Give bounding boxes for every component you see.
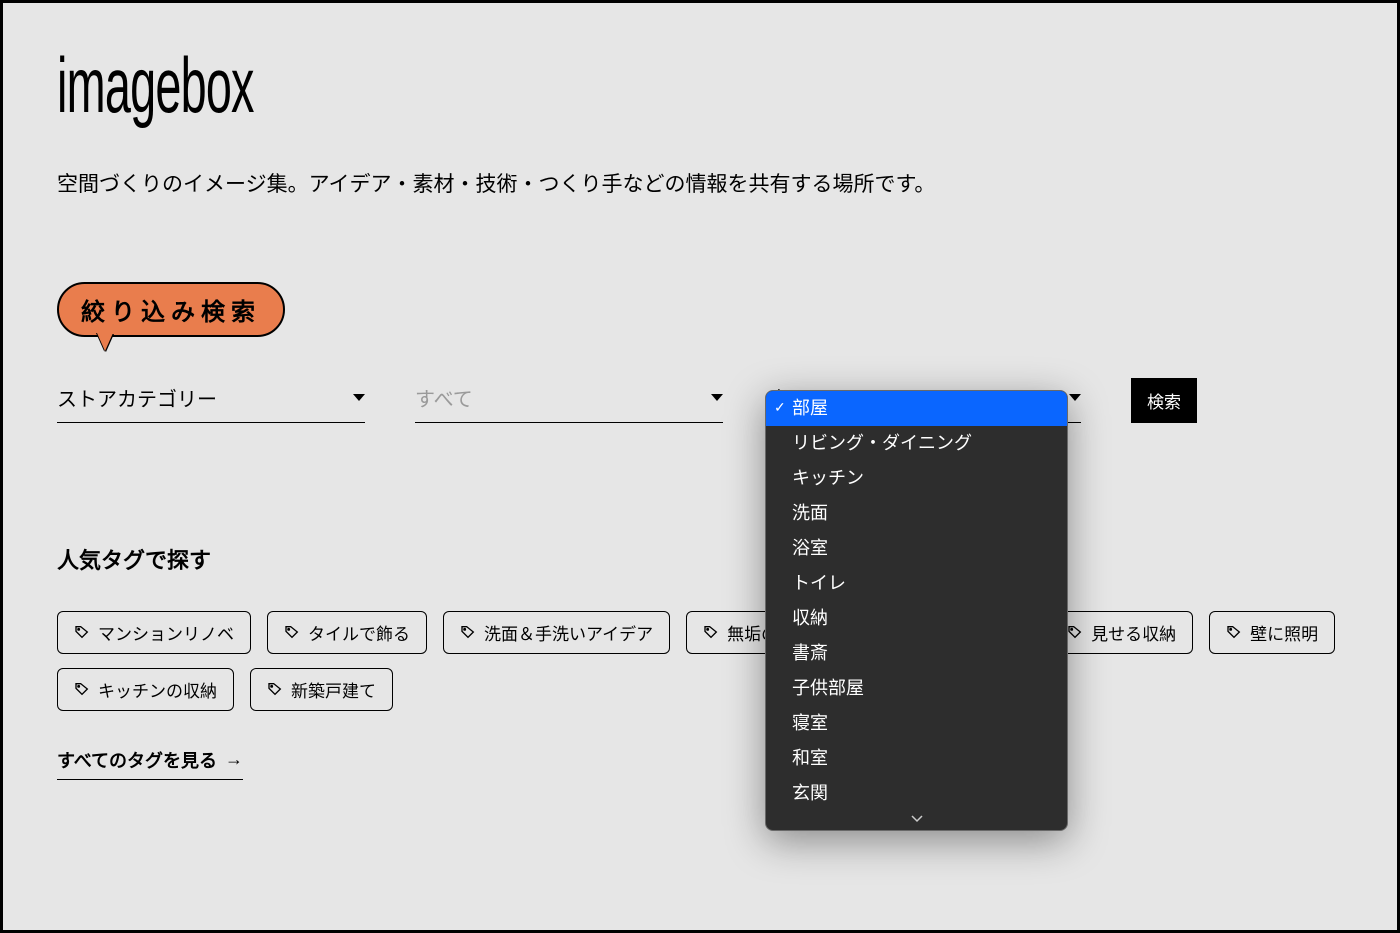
popular-tags-heading: 人気タグで探す [57, 543, 1343, 575]
tag-icon [1067, 624, 1083, 640]
dropdown-option-label: キッチン [792, 468, 864, 488]
popular-tags-list: マンションリノベタイルで飾る洗面＆手洗いアイデア無垢の床見せる収納壁に照明キッチ… [57, 611, 1343, 711]
dropdown-option-label: 玄関 [792, 783, 828, 803]
search-button[interactable]: 検索 [1131, 378, 1197, 423]
dropdown-option-label: リビング・ダイニング [792, 433, 972, 453]
dropdown-option[interactable]: 和室 [766, 741, 1067, 776]
tag-icon [284, 624, 300, 640]
arrow-right-icon: → [225, 749, 243, 770]
dropdown-option[interactable]: リビング・ダイニング [766, 426, 1067, 461]
room-dropdown-menu[interactable]: ✓部屋リビング・ダイニングキッチン洗面浴室トイレ収納書斎子供部屋寝室和室玄関廊下… [765, 390, 1068, 831]
dropdown-option[interactable]: 寝室 [766, 706, 1067, 741]
tag-pill[interactable]: 新築戸建て [250, 668, 393, 711]
tag-label: 新築戸建て [291, 677, 376, 702]
tag-icon [74, 624, 90, 640]
dropdown-option[interactable]: 収納 [766, 601, 1067, 636]
dropdown-option-label: 和室 [792, 748, 828, 768]
brand-logo[interactable]: imagebox [57, 41, 254, 131]
tag-pill[interactable]: キッチンの収納 [57, 668, 234, 711]
dropdown-scroll-indicator [766, 809, 1067, 830]
tag-label: 見せる収納 [1091, 620, 1176, 645]
tag-icon [1226, 624, 1242, 640]
dropdown-option-label: 洗面 [792, 503, 828, 523]
select-label: すべて [415, 383, 473, 412]
tag-label: 洗面＆手洗いアイデア [484, 620, 653, 645]
filter-section: 絞り込み検索 ストアカテゴリー すべて 部屋 検索 人気タグで探す マンションリ… [57, 282, 1343, 780]
select-label: ストアカテゴリー [57, 383, 217, 412]
dropdown-option[interactable]: 子供部屋 [766, 671, 1067, 706]
dropdown-option-label: 浴室 [792, 538, 828, 558]
tag-label: タイルで飾る [308, 620, 410, 645]
dropdown-option[interactable]: 書斎 [766, 636, 1067, 671]
tag-pill[interactable]: タイルで飾る [267, 611, 427, 654]
select-store-category[interactable]: ストアカテゴリー [57, 377, 365, 423]
tag-label: 壁に照明 [1250, 620, 1318, 645]
dropdown-option[interactable]: キッチン [766, 461, 1067, 496]
tag-icon [74, 681, 90, 697]
tag-icon [703, 624, 719, 640]
dropdown-option-label: 子供部屋 [792, 678, 864, 698]
chevron-down-icon [711, 394, 723, 401]
chevron-down-icon [353, 394, 365, 401]
tag-pill[interactable]: マンションリノベ [57, 611, 251, 654]
filter-selects-row: ストアカテゴリー すべて 部屋 検索 [57, 377, 1343, 423]
dropdown-option[interactable]: トイレ [766, 566, 1067, 601]
tag-icon [460, 624, 476, 640]
dropdown-option[interactable]: ✓ 部屋 [766, 391, 1067, 426]
tag-label: マンションリノベ [98, 620, 234, 645]
tag-icon [267, 681, 283, 697]
dropdown-option-label: トイレ [792, 573, 846, 593]
dropdown-option[interactable]: 洗面 [766, 496, 1067, 531]
view-all-tags-link[interactable]: すべてのタグを見る → [57, 747, 243, 780]
dropdown-option-label: 部屋 [792, 398, 828, 418]
dropdown-option-label: 書斎 [792, 643, 828, 663]
dropdown-option[interactable]: 玄関 [766, 776, 1067, 809]
filter-badge: 絞り込み検索 [57, 282, 285, 337]
dropdown-option-label: 寝室 [792, 713, 828, 733]
dropdown-option-label: 収納 [792, 608, 828, 628]
tag-label: キッチンの収納 [98, 677, 217, 702]
chevron-down-icon [1069, 394, 1081, 401]
tag-pill[interactable]: 洗面＆手洗いアイデア [443, 611, 670, 654]
select-all[interactable]: すべて [415, 377, 723, 423]
tag-pill[interactable]: 壁に照明 [1209, 611, 1335, 654]
tagline-text: 空間づくりのイメージ集。アイデア・素材・技術・つくり手などの情報を共有する場所で… [57, 168, 1343, 202]
view-all-tags-label: すべてのタグを見る [57, 747, 217, 773]
dropdown-option[interactable]: 浴室 [766, 531, 1067, 566]
check-icon: ✓ [774, 397, 786, 418]
tag-pill[interactable]: 見せる収納 [1050, 611, 1193, 654]
